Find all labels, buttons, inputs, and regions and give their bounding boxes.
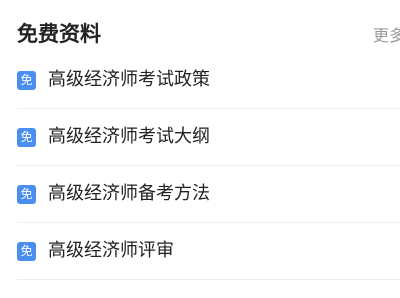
free-badge-icon: 免 xyxy=(17,128,36,147)
free-badge-icon: 免 xyxy=(17,185,36,204)
list-item-label: 高级经济师备考方法 xyxy=(48,183,210,204)
free-materials-panel: 免费资料 更多 免 高级经济师考试政策 免 高级经济师考试大纲 免 高级经济师备… xyxy=(0,0,400,298)
panel-title: 免费资料 xyxy=(17,22,101,46)
list-item[interactable]: 免 高级经济师评审 xyxy=(17,223,400,280)
list-item-label: 高级经济师评审 xyxy=(48,240,174,261)
more-link[interactable]: 更多 xyxy=(373,25,400,47)
list-item-label: 高级经济师考试大纲 xyxy=(48,126,210,147)
free-badge-icon: 免 xyxy=(17,242,36,261)
list-item[interactable]: 免 高级经济师备考方法 xyxy=(17,166,400,223)
list-item-label: 高级经济师考试政策 xyxy=(48,69,210,90)
list-item[interactable]: 免 高级经济师考试大纲 xyxy=(17,109,400,166)
free-badge-icon: 免 xyxy=(17,71,36,90)
materials-list: 免 高级经济师考试政策 免 高级经济师考试大纲 免 高级经济师备考方法 免 高级… xyxy=(0,52,400,280)
list-item[interactable]: 免 高级经济师考试政策 xyxy=(17,52,400,109)
